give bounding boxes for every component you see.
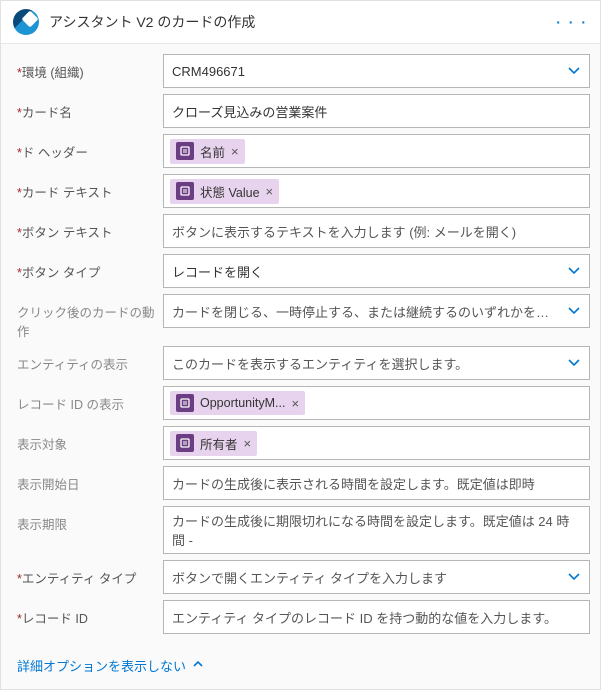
- chevron-down-icon: [567, 64, 581, 78]
- connector-icon: [13, 9, 39, 35]
- connector-card: アシスタント V2 のカードの作成 · · · *環境 (組織) CRM4966…: [0, 0, 601, 690]
- card-name-input[interactable]: クローズ見込みの営業案件: [163, 94, 590, 128]
- card-text-input[interactable]: 状態 Value ×: [163, 174, 590, 208]
- chevron-up-icon: [192, 658, 204, 673]
- card-header: アシスタント V2 のカードの作成 · · ·: [1, 1, 600, 44]
- label-entity-display: エンティティの表示: [11, 346, 163, 380]
- dynamic-content-icon: [176, 394, 194, 412]
- field-entity-type: *エンティティ タイプ ボタンで開くエンティティ タイプを入力します: [11, 560, 590, 594]
- label-card-text: *カード テキスト: [11, 174, 163, 208]
- field-record-id-display: レコード ID の表示 OpportunityM... ×: [11, 386, 590, 420]
- card-header-input[interactable]: 名前 ×: [163, 134, 590, 168]
- card-title: アシスタント V2 のカードの作成: [49, 12, 556, 32]
- dynamic-content-icon: [176, 434, 194, 452]
- chevron-down-icon: [567, 304, 581, 318]
- environment-select[interactable]: CRM496671: [163, 54, 590, 88]
- form-body: *環境 (組織) CRM496671 *カード名 クローズ見込みの営業案件: [1, 44, 600, 648]
- entity-type-select[interactable]: ボタンで開くエンティティ タイプを入力します: [163, 560, 590, 594]
- field-button-type: *ボタン タイプ レコードを開く: [11, 254, 590, 288]
- dynamic-content-icon: [176, 142, 194, 160]
- field-post-click: クリック後のカードの動作 カードを閉じる、一時停止する、または継続するのいずれか…: [11, 294, 590, 340]
- advanced-options-toggle[interactable]: 詳細オプションを表示しない: [1, 648, 600, 689]
- remove-token-icon[interactable]: ×: [244, 437, 252, 450]
- start-date-input[interactable]: カードの生成後に表示される時間を設定します。既定値は即時: [163, 466, 590, 500]
- field-button-text: *ボタン テキスト ボタンに表示するテキストを入力します (例: メールを開く): [11, 214, 590, 248]
- field-card-text: *カード テキスト 状態 Value ×: [11, 174, 590, 208]
- field-expiry: 表示期限 カードの生成後に期限切れになる時間を設定します。既定値は 24 時間 …: [11, 506, 590, 554]
- label-card-name: *カード名: [11, 94, 163, 128]
- field-card-header: *ド ヘッダー 名前 ×: [11, 134, 590, 168]
- token-name: 名前 ×: [170, 139, 245, 164]
- token-opportunity: OpportunityM... ×: [170, 391, 305, 415]
- label-entity-type: *エンティティ タイプ: [11, 560, 163, 594]
- dynamic-content-icon: [176, 182, 194, 200]
- label-button-type: *ボタン タイプ: [11, 254, 163, 288]
- label-expiry: 表示期限: [11, 506, 163, 554]
- expiry-input[interactable]: カードの生成後に期限切れになる時間を設定します。既定値は 24 時間 -: [163, 506, 590, 554]
- record-id-display-input[interactable]: OpportunityM... ×: [163, 386, 590, 420]
- field-record-id: *レコード ID エンティティ タイプのレコード ID を持つ動的な値を入力しま…: [11, 600, 590, 634]
- chevron-down-icon: [567, 356, 581, 370]
- remove-token-icon[interactable]: ×: [231, 145, 239, 158]
- button-text-input[interactable]: ボタンに表示するテキストを入力します (例: メールを開く): [163, 214, 590, 248]
- field-card-name: *カード名 クローズ見込みの営業案件: [11, 94, 590, 128]
- post-click-select[interactable]: カードを閉じる、一時停止する、または継続するのいずれかを選択してください。: [163, 294, 590, 328]
- field-entity-display: エンティティの表示 このカードを表示するエンティティを選択します。: [11, 346, 590, 380]
- record-id-input[interactable]: エンティティ タイプのレコード ID を持つ動的な値を入力します。: [163, 600, 590, 634]
- remove-token-icon[interactable]: ×: [266, 185, 274, 198]
- field-start-date: 表示開始日 カードの生成後に表示される時間を設定します。既定値は即時: [11, 466, 590, 500]
- label-card-header: *ド ヘッダー: [11, 134, 163, 168]
- display-target-input[interactable]: 所有者 ×: [163, 426, 590, 460]
- label-button-text: *ボタン テキスト: [11, 214, 163, 248]
- remove-token-icon[interactable]: ×: [291, 397, 299, 410]
- label-post-click: クリック後のカードの動作: [11, 294, 163, 340]
- label-display-target: 表示対象: [11, 426, 163, 460]
- label-start-date: 表示開始日: [11, 466, 163, 500]
- label-record-id: *レコード ID: [11, 600, 163, 634]
- field-display-target: 表示対象 所有者 ×: [11, 426, 590, 460]
- button-type-select[interactable]: レコードを開く: [163, 254, 590, 288]
- label-record-id-display: レコード ID の表示: [11, 386, 163, 420]
- token-status-value: 状態 Value ×: [170, 179, 279, 204]
- field-environment: *環境 (組織) CRM496671: [11, 54, 590, 88]
- chevron-down-icon: [567, 570, 581, 584]
- label-environment: *環境 (組織): [11, 54, 163, 88]
- entity-display-select[interactable]: このカードを表示するエンティティを選択します。: [163, 346, 590, 380]
- chevron-down-icon: [567, 264, 581, 278]
- token-owner: 所有者 ×: [170, 431, 257, 456]
- more-menu-button[interactable]: · · ·: [556, 14, 588, 30]
